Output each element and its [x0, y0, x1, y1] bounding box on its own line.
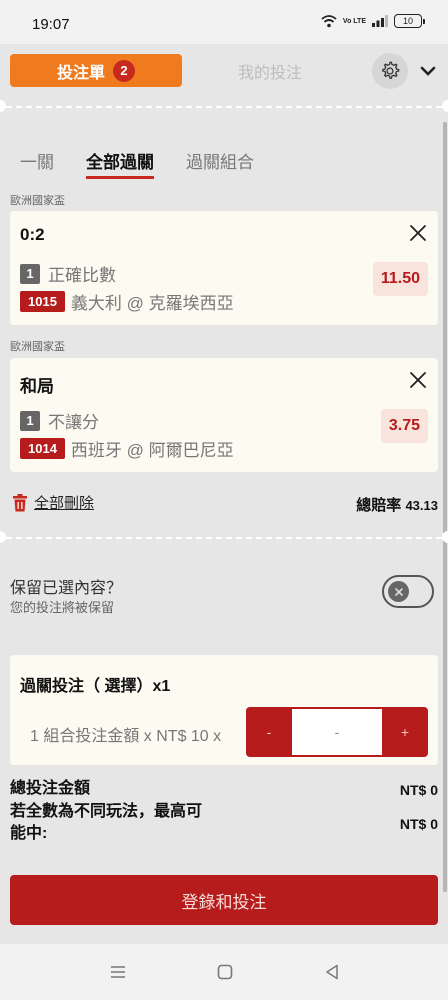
tab-betslip-label: 投注單 — [56, 64, 105, 82]
back-icon — [326, 964, 338, 980]
market-row: 1 不讓分 — [20, 408, 99, 433]
market-name: 正確比數 — [48, 266, 116, 285]
system-nav-bar — [0, 944, 448, 1000]
total-odds-value: 43.13 — [405, 498, 438, 513]
settings-button[interactable] — [372, 53, 408, 89]
wifi-icon — [321, 15, 337, 28]
match-id-badge: 1014 — [20, 438, 65, 459]
active-tab-underline — [86, 176, 154, 179]
stake-stepper: - - + — [246, 707, 428, 757]
stake-decrement-button[interactable]: - — [246, 707, 292, 757]
trash-icon — [13, 493, 27, 511]
status-icons: Vo LTE 10 — [321, 14, 425, 28]
match-name: 義大利 @ 克羅埃西亞 — [70, 294, 234, 313]
status-time: 19:07 — [32, 16, 70, 33]
parlay-title: 過關投注（ 選擇）x1 — [20, 678, 171, 695]
tab-single[interactable]: 一關 — [20, 148, 54, 173]
odds-value: 11.50 — [372, 262, 428, 296]
tab-all-parlay[interactable]: 全部過關 — [86, 148, 154, 173]
max-win-value: NT$ 0 — [399, 816, 438, 832]
back-button[interactable] — [322, 962, 342, 982]
max-win-label-line1: 若全數為不同玩法，最高可 — [10, 803, 203, 820]
total-stake-label: 總投注金額 — [10, 780, 91, 797]
toggle-knob — [388, 581, 409, 602]
home-icon — [217, 964, 233, 980]
betslip-count-badge: 2 — [113, 59, 135, 82]
signal-icon — [372, 15, 388, 27]
match-row: 1014 西班牙 @ 阿爾巴尼亞 — [20, 436, 234, 461]
market-row: 1 正確比數 — [20, 261, 116, 286]
market-name: 不讓分 — [48, 413, 99, 432]
stake-input[interactable]: - — [292, 709, 382, 755]
stake-increment-button[interactable]: + — [382, 707, 428, 757]
divider-notch — [442, 100, 448, 112]
parlay-card: 過關投注（ 選擇）x1 1 組合投注金額 x NT$ 10 x - - + — [10, 655, 438, 765]
volte-icon: Vo LTE — [342, 17, 366, 25]
leg-number: 1 — [20, 410, 40, 431]
tab-betslip[interactable]: 投注單 2 — [10, 54, 182, 87]
login-and-bet-button[interactable]: 登錄和投注 — [10, 875, 438, 925]
battery-icon: 10 — [394, 14, 425, 28]
leg-number: 1 — [20, 263, 40, 284]
close-icon[interactable] — [408, 223, 428, 243]
total-stake-value: NT$ 0 — [399, 782, 438, 798]
chevron-down-icon — [420, 66, 436, 76]
mode-tabs: 一關 全部過關 過關組合 — [0, 144, 448, 184]
league-label: 歐洲國家盃 — [10, 195, 65, 207]
keep-selection-title: 保留已選內容？ — [10, 580, 123, 597]
bet-card: 0:2 1 正確比數 1015 義大利 @ 克羅埃西亞 11.50 — [10, 211, 438, 325]
divider-notch — [0, 531, 6, 543]
divider — [6, 537, 442, 539]
total-odds-label: 總賠率 — [356, 497, 402, 514]
menu-button[interactable] — [108, 962, 128, 982]
parlay-stake-label: 1 組合投注金額 x NT$ 10 x — [30, 728, 222, 745]
collapse-button[interactable] — [416, 61, 440, 81]
match-row: 1015 義大利 @ 克羅埃西亞 — [20, 289, 234, 314]
divider — [6, 106, 442, 108]
scrollbar[interactable] — [443, 122, 447, 892]
match-name: 西班牙 @ 阿爾巴尼亞 — [70, 441, 234, 460]
home-button[interactable] — [215, 962, 235, 982]
odds-value: 3.75 — [380, 409, 428, 443]
league-label: 歐洲國家盃 — [10, 341, 65, 353]
bet-selection: 0:2 — [20, 225, 45, 244]
bet-selection: 和局 — [20, 377, 54, 396]
tab-my-bets[interactable]: 我的投注 — [190, 54, 350, 87]
total-odds: 總賠率 43.13 — [356, 494, 438, 515]
betslip-header: 投注單 2 我的投注 — [0, 44, 448, 102]
max-win-label-line2: 能中: — [10, 825, 48, 842]
betslip-sheet: 投注單 2 我的投注 一關 全部過關 過關組合 歐洲國家盃 0:2 1 正確比數… — [0, 44, 448, 944]
menu-icon — [111, 966, 125, 978]
gear-icon — [382, 61, 400, 79]
bet-card: 和局 1 不讓分 1014 西班牙 @ 阿爾巴尼亞 3.75 — [10, 358, 438, 472]
match-id-badge: 1015 — [20, 291, 65, 312]
close-icon — [394, 587, 403, 596]
delete-all-row[interactable]: 全部刪除 — [12, 492, 94, 513]
divider-notch — [442, 531, 448, 543]
close-icon[interactable] — [408, 370, 428, 390]
status-bar: 19:07 Vo LTE 10 — [0, 0, 448, 44]
delete-all-link[interactable]: 全部刪除 — [34, 492, 94, 513]
keep-selection-toggle[interactable] — [382, 575, 434, 608]
tab-parlay-combo[interactable]: 過關組合 — [186, 148, 254, 173]
keep-selection-subtitle: 您的投注將被保留 — [10, 600, 115, 615]
